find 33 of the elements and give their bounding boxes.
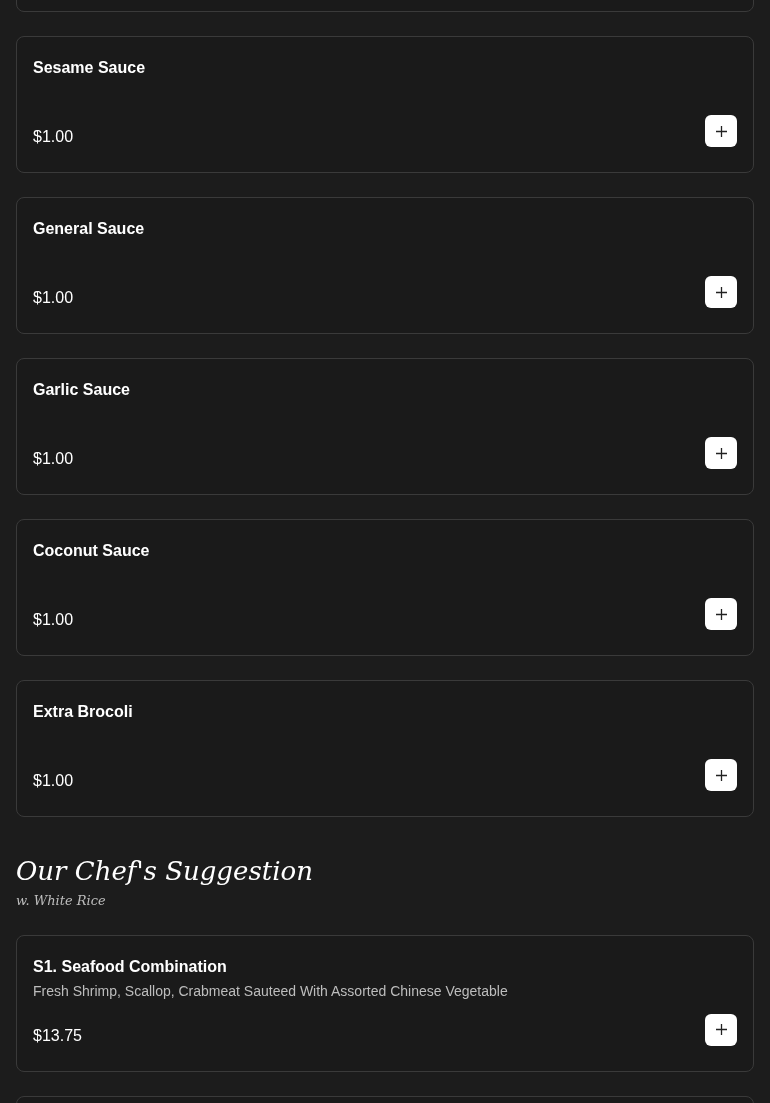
- item-price: $1.00: [33, 449, 74, 469]
- add-button[interactable]: [705, 437, 737, 469]
- item-price: $1.00: [33, 127, 74, 147]
- plus-icon: [715, 447, 727, 459]
- item-description: Fresh Shrimp, Scallop, Crabmeat Sauteed With Assorted Chinese Vegetable: [33, 981, 508, 1001]
- menu-item-card[interactable]: Sesame Sauce $1.00: [16, 36, 754, 173]
- item-name: Sesame Sauce: [33, 58, 146, 78]
- item-name: Coconut Sauce: [33, 541, 150, 561]
- item-name: General Sauce: [33, 219, 145, 239]
- plus-icon: [715, 769, 727, 781]
- menu-item-card[interactable]: General Sauce $1.00: [16, 197, 754, 334]
- add-button[interactable]: [705, 1013, 737, 1046]
- section-title: Our Chef's Suggestion: [16, 855, 313, 887]
- item-name: Extra Brocoli: [33, 702, 133, 722]
- menu-item-card[interactable]: S1. Seafood Combination Fresh Shrimp, Scallop, Crabmeat Sauteed With Assorted Chinese Vegetable $13.75: [16, 934, 754, 1072]
- plus-icon: [715, 608, 727, 620]
- plus-icon: [715, 1024, 727, 1035]
- plus-icon: [715, 125, 727, 137]
- item-price: $1.00: [33, 610, 74, 630]
- item-price: $1.00: [33, 288, 74, 308]
- section-subtitle: w. White Rice: [16, 892, 106, 910]
- plus-icon: [715, 286, 727, 298]
- menu-item-card[interactable]: Garlic Sauce $1.00: [16, 358, 754, 495]
- add-button[interactable]: [705, 598, 737, 630]
- item-name: S1. Seafood Combination: [33, 956, 227, 977]
- add-button[interactable]: [705, 276, 737, 308]
- item-name: Garlic Sauce: [33, 380, 130, 400]
- add-button[interactable]: [705, 759, 737, 791]
- item-price: $13.75: [33, 1025, 82, 1046]
- menu-item-card[interactable]: Extra Brocoli $1.00: [16, 680, 754, 817]
- menu-item-card[interactable]: Coconut Sauce $1.00: [16, 519, 754, 656]
- item-price: $1.00: [33, 771, 74, 791]
- add-button[interactable]: [705, 115, 737, 147]
